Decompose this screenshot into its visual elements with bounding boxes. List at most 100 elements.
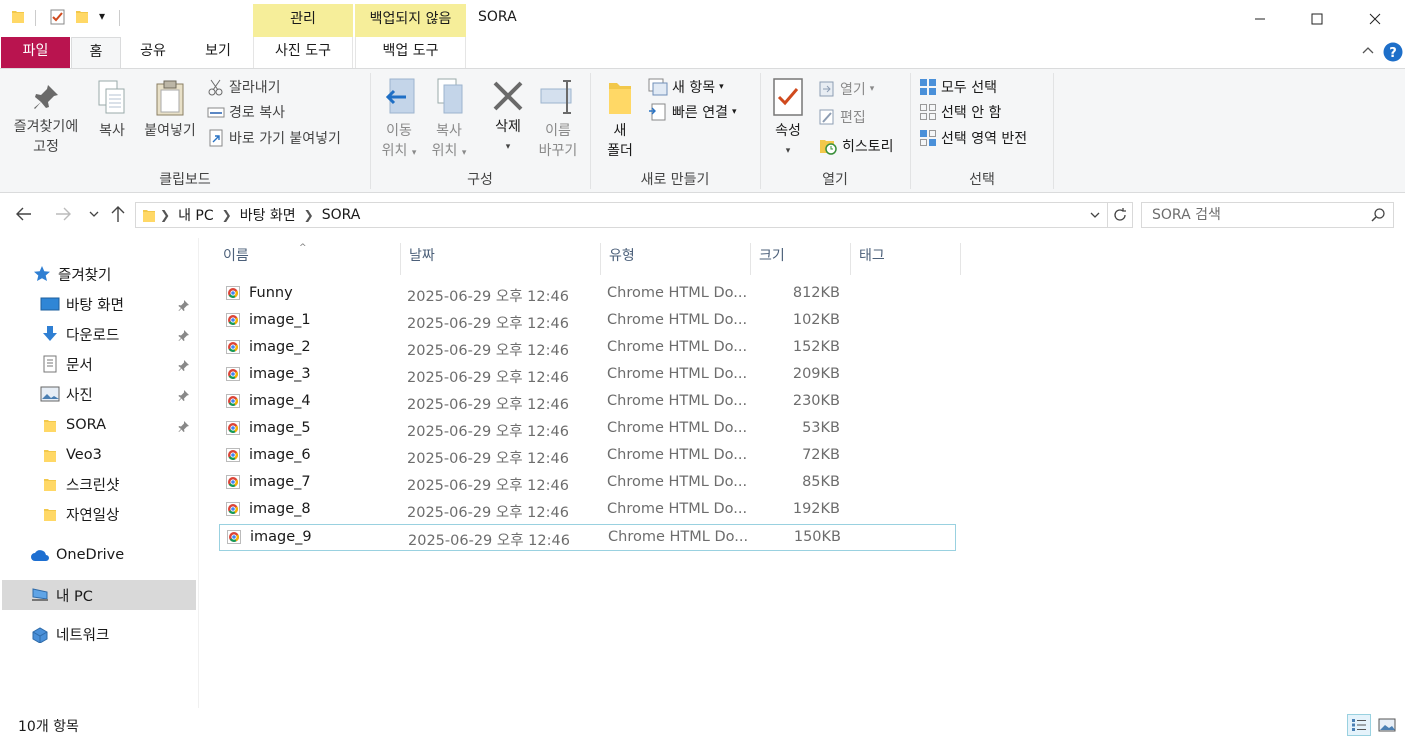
pin-icon[interactable]	[178, 389, 190, 401]
file-row[interactable]: image_4 2025-06-29 오후 12:46 Chrome HTML Do…	[219, 389, 956, 416]
easy-access-button[interactable]: 빠른 연결 ▾	[648, 101, 737, 123]
search-icon[interactable]	[1371, 208, 1385, 222]
select-none-button[interactable]: 선택 안 함	[919, 101, 1001, 123]
rename-label-1: 이름	[545, 123, 571, 139]
tab-view[interactable]: 보기	[185, 37, 251, 68]
column-header-type[interactable]: 유형	[601, 243, 751, 275]
new-item-button[interactable]: 새 항목 ▾	[648, 76, 724, 98]
collapse-ribbon-icon[interactable]	[1362, 45, 1374, 55]
column-header-date[interactable]: 날짜	[401, 243, 601, 275]
file-row[interactable]: image_7 2025-06-29 오후 12:46 Chrome HTML Do…	[219, 470, 956, 497]
folder-icon[interactable]	[11, 8, 25, 24]
history-button[interactable]: 히스토리	[818, 135, 894, 157]
copy-button[interactable]: 복사	[92, 79, 132, 141]
nav-item-veo3[interactable]: Veo3	[40, 440, 102, 470]
breadcrumb-separator[interactable]: ❯	[222, 208, 232, 222]
properties-button[interactable]: 속성 ▾	[766, 77, 810, 161]
file-type: Chrome HTML Do...	[607, 474, 748, 490]
delete-dropdown-icon[interactable]: ▾	[486, 137, 530, 157]
file-row[interactable]: image_6 2025-06-29 오후 12:46 Chrome HTML Do…	[219, 443, 956, 470]
cut-button[interactable]: 잘라내기	[207, 76, 281, 98]
svg-text:?: ?	[1389, 46, 1397, 61]
chrome-html-file-icon	[226, 286, 240, 300]
select-all-button[interactable]: 모두 선택	[919, 76, 997, 98]
column-header-tags[interactable]: 태그	[851, 243, 961, 275]
pin-to-quick-access-button[interactable]: 즐겨찾기에 고정	[6, 81, 86, 157]
file-size: 53KB	[802, 420, 840, 436]
new-folder-icon[interactable]	[75, 8, 89, 24]
help-icon[interactable]: ?	[1383, 42, 1403, 62]
edit-button[interactable]: 편집	[818, 106, 866, 128]
copy-to-button[interactable]: 복사 위치 ▾	[426, 77, 472, 163]
search-input[interactable]: SORA 검색	[1141, 202, 1394, 228]
group-label-organize: 구성	[467, 172, 493, 188]
breadcrumb-desktop[interactable]: 바탕 화면	[240, 205, 296, 225]
breadcrumb-sora[interactable]: SORA	[322, 207, 361, 223]
tab-home[interactable]: 홈	[71, 37, 121, 69]
tab-share[interactable]: 공유	[125, 37, 181, 68]
large-icons-view-button[interactable]	[1375, 714, 1399, 736]
move-to-button[interactable]: 이동 위치 ▾	[376, 77, 422, 163]
paste-button[interactable]: 붙여넣기	[138, 79, 202, 141]
picture-icon	[40, 384, 60, 404]
properties-check-icon[interactable]	[49, 8, 67, 26]
delete-button[interactable]: 삭제 ▾	[486, 79, 530, 157]
address-bar[interactable]: ❯ 내 PC ❯ 바탕 화면 ❯ SORA	[135, 202, 1108, 228]
nav-item-screenshots[interactable]: 스크린샷	[40, 469, 119, 499]
nav-item-sora[interactable]: SORA	[40, 410, 106, 440]
nav-item-nature[interactable]: 자연일상	[40, 499, 119, 529]
properties-dropdown-icon[interactable]: ▾	[766, 141, 810, 161]
tab-backup-tools[interactable]: 백업 도구	[355, 37, 466, 68]
details-view-button[interactable]	[1347, 714, 1371, 736]
file-date: 2025-06-29 오후 12:46	[407, 505, 569, 521]
maximize-button[interactable]	[1289, 0, 1345, 37]
nav-network[interactable]: 네트워크	[30, 619, 109, 649]
tab-file[interactable]: 파일	[1, 37, 70, 68]
nav-onedrive[interactable]: OneDrive	[30, 540, 124, 570]
chrome-html-file-icon	[227, 530, 241, 544]
nav-quick-access[interactable]: 즐겨찾기	[32, 259, 111, 289]
rename-button[interactable]: 이름 바꾸기	[534, 77, 582, 161]
column-header-size[interactable]: 크기	[751, 243, 851, 275]
close-button[interactable]	[1347, 0, 1403, 37]
recent-locations-button[interactable]	[88, 209, 100, 219]
column-header-name-label: 이름	[223, 248, 249, 264]
paste-icon	[156, 80, 184, 116]
nav-item-documents[interactable]: 문서	[40, 349, 93, 379]
file-row[interactable]: image_9 2025-06-29 오후 12:46 Chrome HTML Do…	[219, 524, 956, 551]
pin-icon[interactable]	[178, 359, 190, 371]
file-row[interactable]: Funny 2025-06-29 오후 12:46 Chrome HTML Do..…	[219, 281, 956, 308]
paste-shortcut-button[interactable]: 바로 가기 붙여넣기	[207, 127, 341, 149]
invert-selection-button[interactable]: 선택 영역 반전	[919, 127, 1027, 149]
open-button[interactable]: 열기 ▾	[818, 78, 874, 100]
pin-icon[interactable]	[178, 299, 190, 311]
pin-icon[interactable]	[178, 420, 190, 432]
quick-access-dropdown[interactable]: ▾	[99, 9, 105, 23]
nav-item-label: SORA	[66, 417, 107, 433]
forward-button[interactable]	[54, 206, 72, 222]
breadcrumb-separator[interactable]: ❯	[304, 208, 314, 222]
file-row[interactable]: image_1 2025-06-29 오후 12:46 Chrome HTML Do…	[219, 308, 956, 335]
breadcrumb-separator[interactable]: ❯	[160, 208, 170, 222]
pin-icon[interactable]	[178, 329, 190, 341]
refresh-button[interactable]	[1108, 202, 1133, 228]
minimize-button[interactable]	[1232, 0, 1288, 37]
file-row[interactable]: image_8 2025-06-29 오후 12:46 Chrome HTML Do…	[219, 497, 956, 524]
column-header-name[interactable]: 이름 ^	[215, 243, 401, 275]
address-dropdown-icon[interactable]	[1089, 210, 1101, 220]
copy-path-button[interactable]: 경로 복사	[207, 101, 285, 123]
back-button[interactable]	[15, 206, 33, 222]
file-row[interactable]: image_2 2025-06-29 오후 12:46 Chrome HTML Do…	[219, 335, 956, 362]
nav-item-downloads[interactable]: 다운로드	[40, 319, 119, 349]
context-tab-not-backed-up: 백업되지 않음	[355, 4, 466, 37]
nav-item-desktop[interactable]: 바탕 화면	[40, 289, 124, 319]
nav-item-pictures[interactable]: 사진	[40, 379, 93, 409]
file-row[interactable]: image_3 2025-06-29 오후 12:46 Chrome HTML Do…	[219, 362, 956, 389]
tab-picture-tools[interactable]: 사진 도구	[253, 37, 353, 68]
breadcrumb-this-pc[interactable]: 내 PC	[178, 205, 214, 225]
file-row[interactable]: image_5 2025-06-29 오후 12:46 Chrome HTML Do…	[219, 416, 956, 443]
file-name: image_6	[249, 447, 311, 463]
nav-this-pc[interactable]: 내 PC	[30, 580, 93, 610]
up-button[interactable]	[110, 205, 126, 223]
new-folder-button[interactable]: 새 폴더	[598, 77, 642, 161]
